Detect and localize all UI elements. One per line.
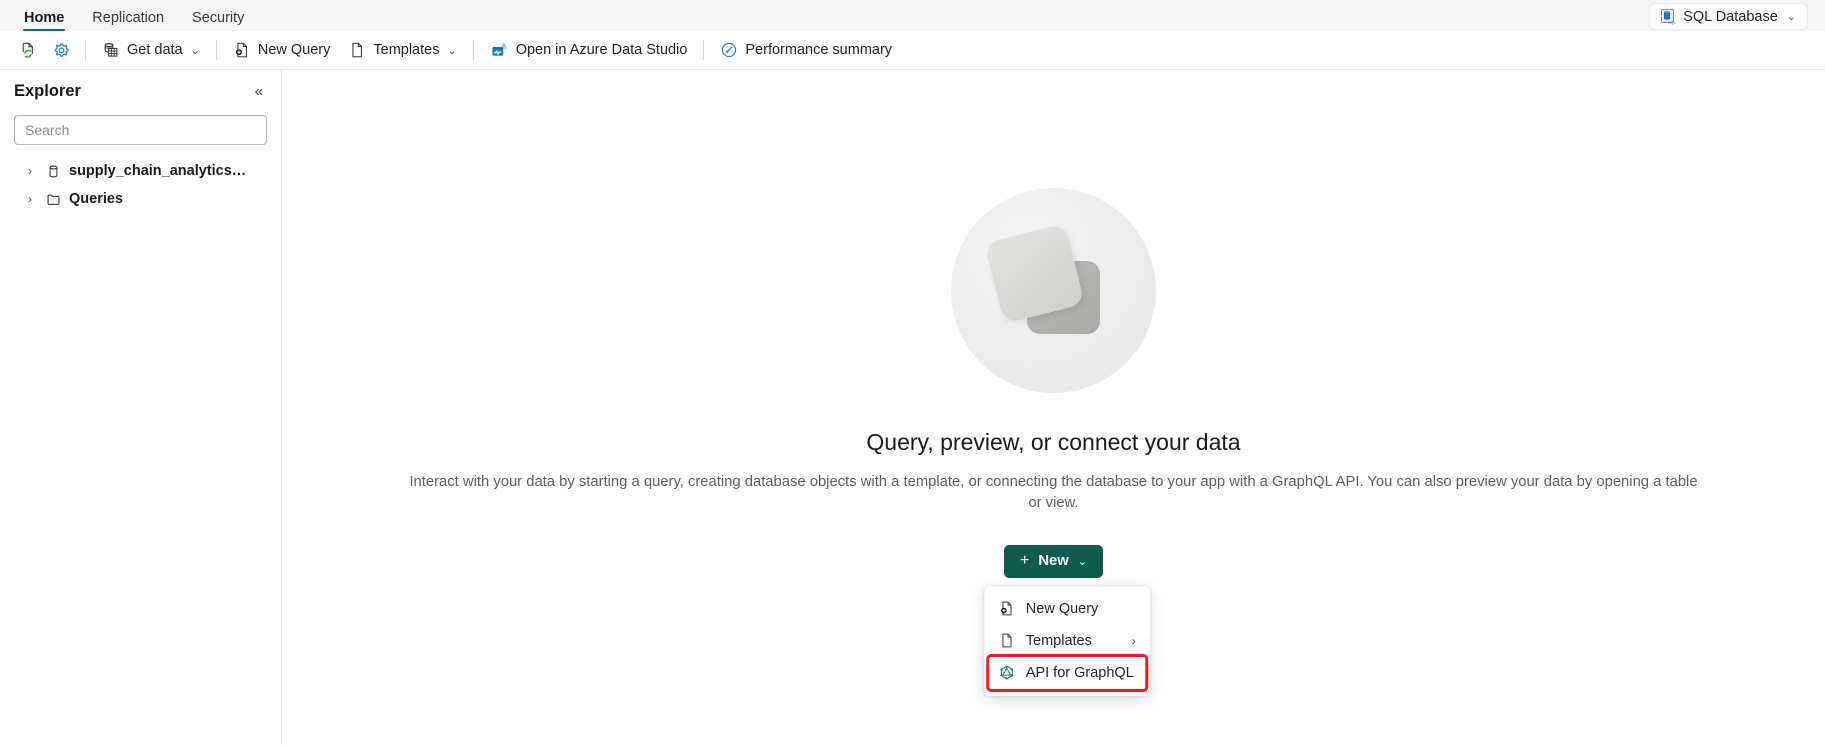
top-tab-strip: Home Replication Security SQL SQL Databa…: [0, 0, 1825, 31]
sql-database-badge[interactable]: SQL SQL Database ⌄: [1650, 4, 1807, 29]
new-button[interactable]: + New ⌄: [1004, 544, 1103, 578]
document-icon: [348, 41, 366, 59]
data-illustration: [951, 188, 1156, 393]
explorer-sidebar: Explorer « › supply_chain_analytics… ›: [0, 70, 282, 745]
open-in-azure-data-studio-button[interactable]: Open in Azure Data Studio: [481, 35, 697, 65]
azure-data-studio-icon: [490, 41, 509, 60]
toolbar-divider: [85, 40, 86, 60]
tab-home[interactable]: Home: [10, 10, 78, 31]
empty-state-headline: Query, preview, or connect your data: [866, 429, 1241, 455]
chevron-down-icon: ⌄: [1077, 555, 1087, 568]
new-query-icon: [233, 41, 251, 59]
tree-item-queries-label: Queries: [69, 191, 123, 207]
page-title: Explorer: [14, 82, 81, 100]
tree-item-queries[interactable]: › Queries: [14, 185, 267, 213]
new-button-label: New: [1038, 553, 1069, 570]
plus-icon: +: [1020, 552, 1030, 570]
chevron-right-icon: ›: [1131, 633, 1136, 648]
sql-database-icon: SQL: [1659, 8, 1676, 25]
tree-item-database-label: supply_chain_analytics…: [69, 163, 247, 179]
explorer-header: Explorer «: [14, 82, 267, 101]
menu-item-templates[interactable]: Templates ›: [989, 625, 1145, 657]
document-icon: [998, 632, 1015, 649]
chevron-down-icon: ⌄: [1786, 11, 1796, 23]
command-toolbar: Get data ⌄ New Query Templates ⌄ Open in…: [0, 31, 1825, 70]
templates-button[interactable]: Templates ⌄: [339, 35, 465, 65]
tab-replication[interactable]: Replication: [78, 10, 178, 31]
folder-icon: [46, 192, 61, 207]
tab-replication-label: Replication: [92, 10, 165, 26]
chevron-down-icon: ⌄: [447, 44, 457, 57]
new-button-container: + New ⌄ New Query Templates › API for Gr…: [983, 544, 1150, 696]
toolbar-divider: [703, 40, 705, 60]
empty-state-description: Interact with your data by starting a qu…: [409, 474, 1698, 512]
search-input[interactable]: [14, 115, 267, 145]
tab-security-label: Security: [192, 10, 245, 26]
refresh-page-icon: [19, 41, 38, 60]
toolbar-divider: [472, 40, 474, 60]
get-data-label: Get data: [127, 42, 183, 58]
menu-item-templates-label: Templates: [1025, 632, 1092, 649]
performance-gauge-icon: [720, 41, 738, 59]
settings-button[interactable]: [45, 35, 78, 65]
menu-item-new-query[interactable]: New Query: [989, 593, 1145, 625]
chevron-down-icon: ⌄: [190, 44, 200, 57]
chevron-right-icon[interactable]: ›: [28, 165, 38, 177]
new-query-label: New Query: [257, 42, 331, 58]
database-icon: [46, 164, 61, 179]
performance-summary-button[interactable]: Performance summary: [711, 35, 901, 65]
explorer-tree: › supply_chain_analytics… › Queries: [14, 157, 267, 213]
chevron-right-icon[interactable]: ›: [28, 193, 38, 205]
refresh-button[interactable]: [12, 35, 45, 65]
svg-text:SQL: SQL: [1668, 20, 1676, 25]
database-table-icon: [102, 41, 120, 59]
toolbar-divider: [215, 40, 217, 60]
new-dropdown-menu: New Query Templates › API for GraphQL: [983, 585, 1150, 696]
new-query-icon: [998, 600, 1015, 617]
menu-item-api-for-graphql[interactable]: API for GraphQL: [985, 653, 1148, 692]
tab-home-label: Home: [24, 10, 65, 26]
get-data-button[interactable]: Get data ⌄: [93, 35, 209, 65]
templates-label: Templates: [373, 42, 440, 58]
sql-database-badge-label: SQL Database: [1683, 8, 1778, 25]
menu-item-new-query-label: New Query: [1025, 600, 1099, 617]
workspace-body: Explorer « › supply_chain_analytics… ›: [0, 70, 1825, 745]
graphql-icon: [998, 664, 1015, 681]
empty-state-main: Query, preview, or connect your data Int…: [282, 70, 1825, 745]
performance-summary-label: Performance summary: [745, 42, 893, 58]
menu-item-api-for-graphql-label: API for GraphQL: [1025, 664, 1134, 681]
open-in-azure-data-studio-label: Open in Azure Data Studio: [515, 42, 688, 58]
gear-icon: [52, 41, 71, 60]
collapse-sidebar-button[interactable]: «: [251, 82, 267, 101]
tree-item-database[interactable]: › supply_chain_analytics…: [14, 157, 267, 185]
new-query-button[interactable]: New Query: [224, 35, 340, 65]
tab-security[interactable]: Security: [178, 10, 258, 31]
